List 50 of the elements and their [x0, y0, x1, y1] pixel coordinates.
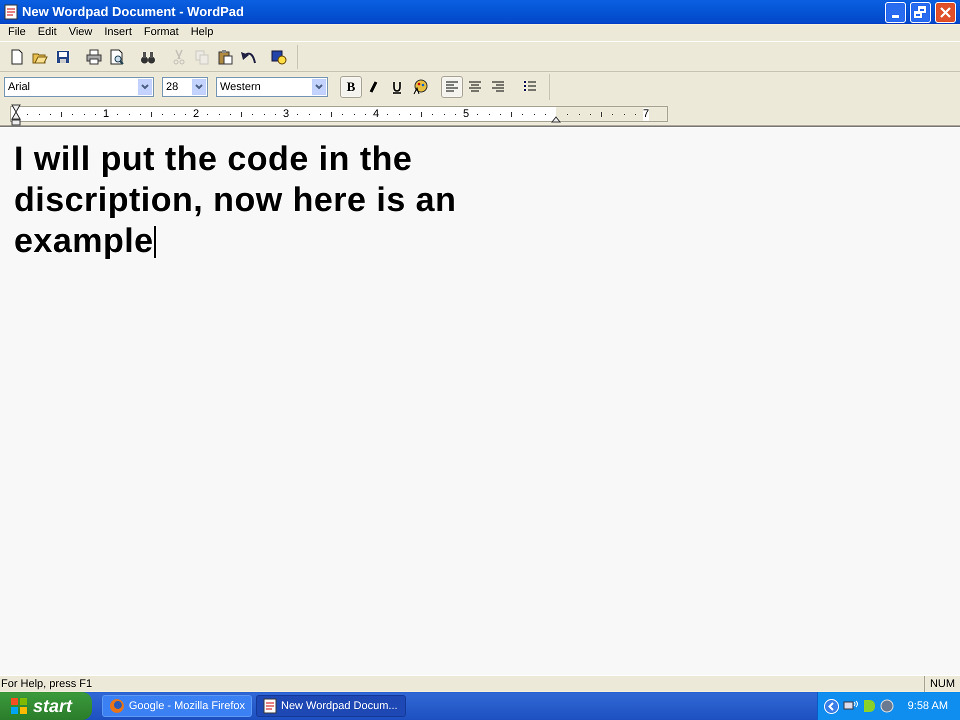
- clock: 9:58 AM: [908, 698, 948, 714]
- script-dropdown[interactable]: Western: [216, 77, 328, 97]
- taskbar-button[interactable]: Google - Mozilla Firefox: [102, 695, 252, 717]
- close-icon: [940, 6, 951, 18]
- clipboard-icon: [216, 48, 232, 64]
- page-magnifier-icon: [108, 48, 124, 64]
- right-margin-marker-icon[interactable]: [551, 116, 561, 122]
- document-icon: [4, 4, 18, 20]
- underline-icon: [391, 80, 403, 94]
- chevron-icon: [824, 698, 839, 714]
- align-left-icon: [446, 81, 458, 93]
- close-button[interactable]: [935, 2, 956, 22]
- ruler-number: 3: [283, 108, 290, 120]
- menu-item[interactable]: Edit: [32, 24, 63, 41]
- status-text: For Help, press F1: [0, 676, 92, 692]
- italic-icon: [368, 81, 380, 93]
- calendar-clock-icon: [270, 48, 286, 64]
- printer-icon: [86, 48, 102, 64]
- align-right-icon: [492, 81, 504, 93]
- text-cursor: [154, 226, 156, 258]
- bullets-icon: [524, 81, 536, 93]
- document-text-line: discription, now here is an: [14, 180, 456, 221]
- ruler-number: 7: [643, 108, 650, 120]
- new-document-icon: [8, 48, 24, 64]
- restore-button[interactable]: [910, 2, 931, 22]
- palette-icon: [412, 79, 428, 95]
- align-left-button[interactable]: [441, 76, 463, 98]
- menu-item[interactable]: File: [2, 24, 32, 41]
- menu-item[interactable]: Help: [184, 24, 220, 41]
- copy-icon: [194, 48, 210, 64]
- start-button[interactable]: start: [0, 692, 92, 720]
- windows-logo-icon: [10, 697, 28, 715]
- menu-item[interactable]: Format: [138, 24, 185, 41]
- scissors-icon: [170, 48, 186, 64]
- indent-marker-icon[interactable]: [11, 104, 21, 126]
- document-text-line: example: [14, 221, 154, 262]
- window-title: New Wordpad Document - WordPad: [22, 3, 245, 22]
- font-dropdown[interactable]: Arial: [4, 77, 154, 97]
- align-center-icon: [469, 81, 481, 93]
- menu-item[interactable]: View: [62, 24, 98, 41]
- d-letter-icon: [862, 699, 876, 713]
- font-size-dropdown[interactable]: 28: [162, 77, 208, 97]
- document-icon: [263, 698, 277, 714]
- bold-button[interactable]: B: [340, 76, 362, 98]
- document-text-line: I will put the code in the: [14, 139, 412, 180]
- document-area[interactable]: I will put the code in the discription, now here is an example: [0, 126, 960, 675]
- minimize-button[interactable]: [885, 2, 906, 22]
- menu-item[interactable]: Insert: [98, 24, 138, 41]
- ruler-number: 5: [463, 108, 470, 120]
- taskbar-button[interactable]: New Wordpad Docum...: [256, 695, 406, 717]
